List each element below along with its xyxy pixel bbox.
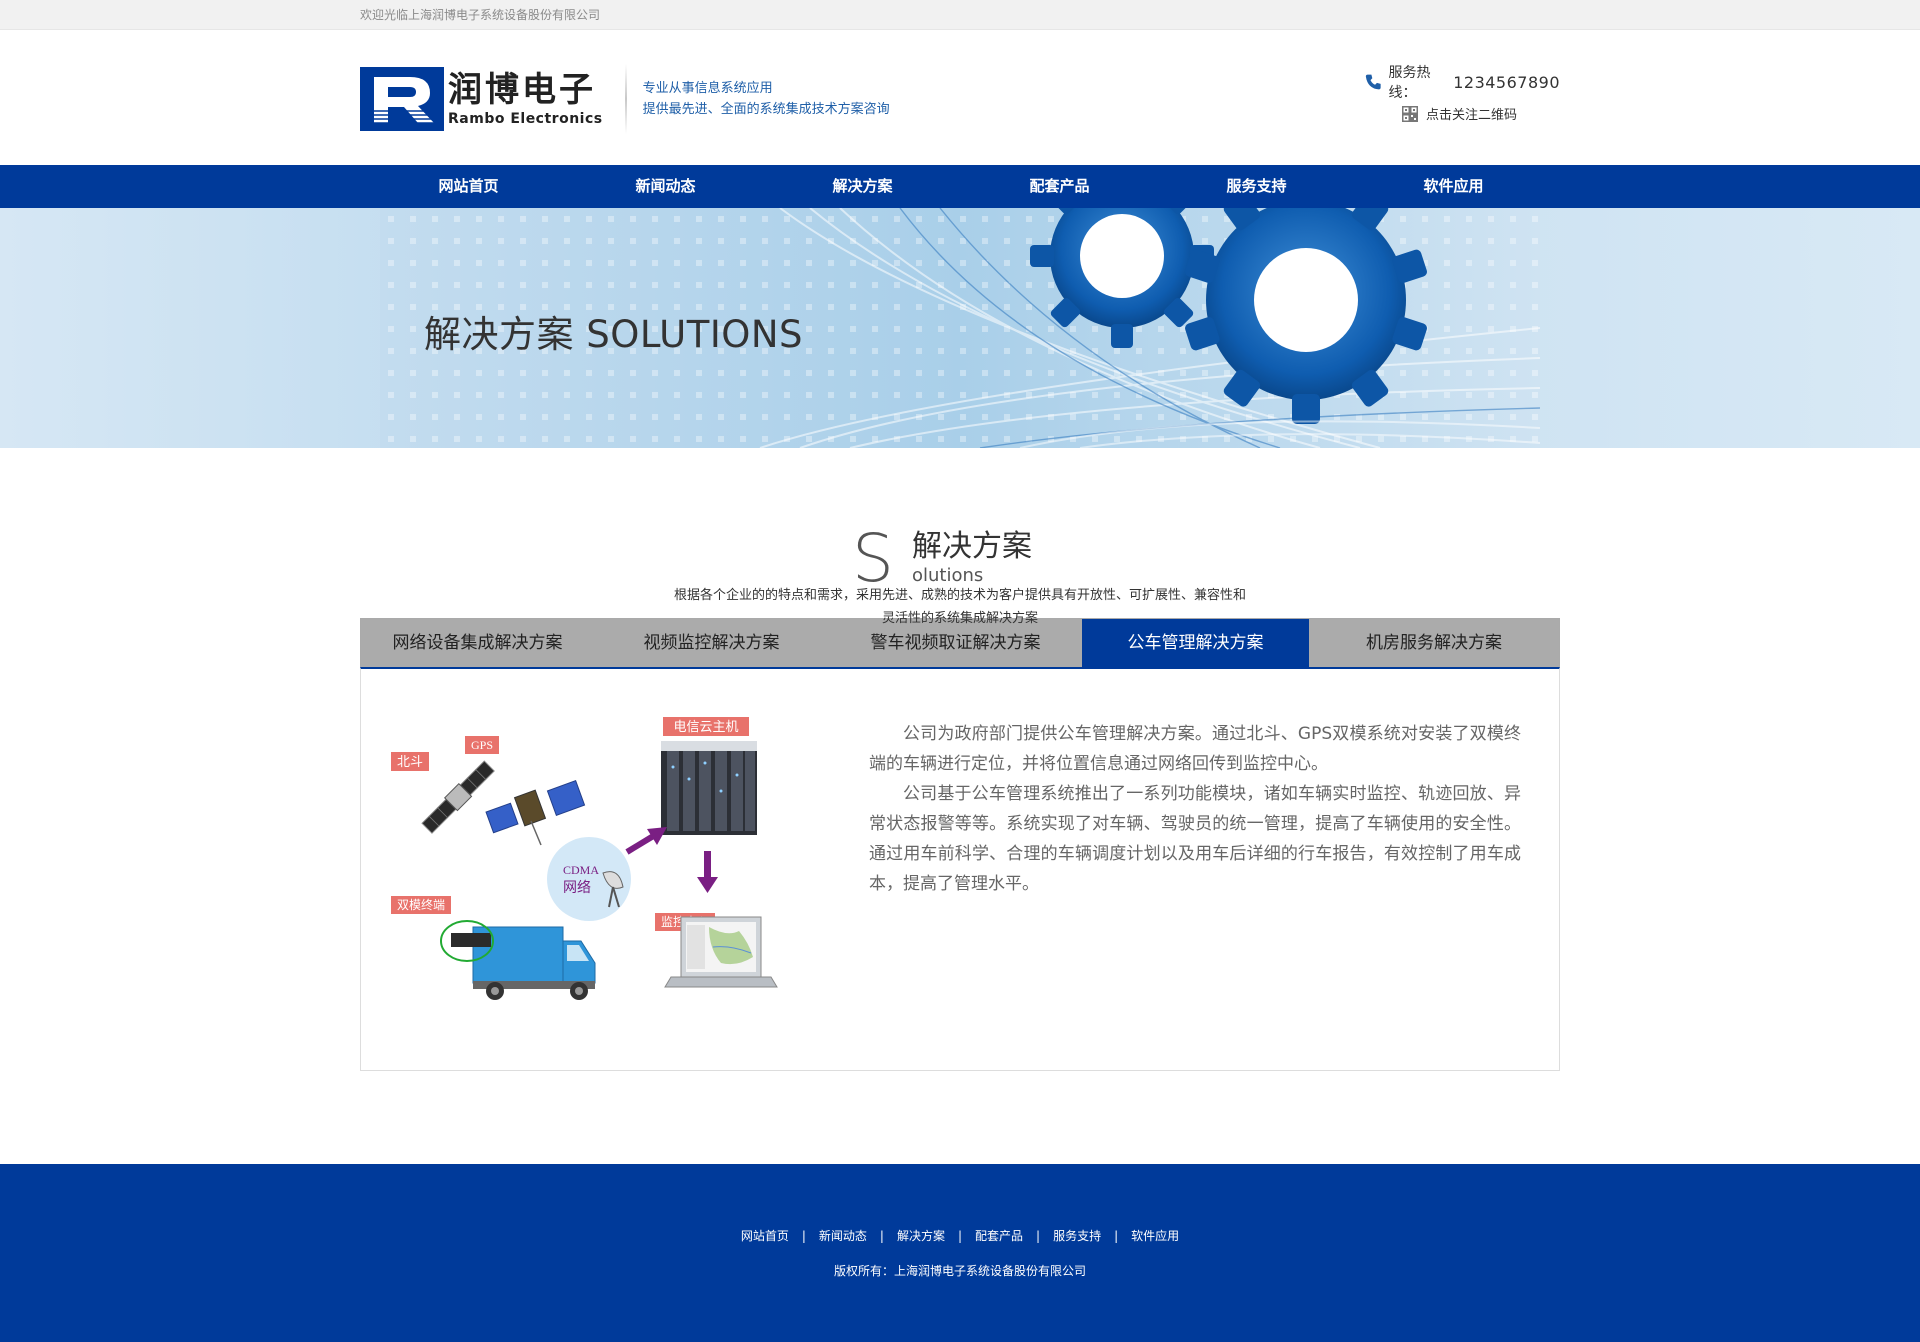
- header: 润博电子 Rambo Electronics 专业从事信息系统应用 提供最先进、…: [0, 30, 1920, 165]
- footer-link-news[interactable]: 新闻动态: [819, 1228, 867, 1244]
- label-cloud-host: 电信云主机: [673, 719, 738, 734]
- section-header: S 解决方案 olutions 根据各个企业的的特点和需求，采用先进、成熟的技术…: [0, 448, 1920, 627]
- hotline-number: 1234567890: [1453, 72, 1560, 92]
- solution-paragraph-1: 公司为政府部门提供公车管理解决方案。通过北斗、GPS双模系统对安装了双模终端的车…: [869, 724, 1521, 774]
- qr-label: 点击关注二维码: [1426, 108, 1518, 123]
- footer-link-home[interactable]: 网站首页: [741, 1228, 789, 1244]
- hotline: 服务热线： 1234567890: [1364, 65, 1560, 101]
- hotline-label: 服务热线：: [1388, 65, 1431, 101]
- footer-separator: |: [957, 1229, 963, 1243]
- phone-icon: [1365, 74, 1381, 90]
- nav-item-news[interactable]: 新闻动态: [567, 165, 764, 208]
- banner: 解决方案 SOLUTIONS: [0, 208, 1920, 448]
- banner-title: 解决方案 SOLUTIONS: [424, 313, 804, 356]
- slogan: 专业从事信息系统应用 提供最先进、全面的系统集成技术方案咨询: [643, 78, 890, 120]
- contact-area: 服务热线： 1234567890 点击关注二维码: [1364, 65, 1560, 123]
- label-cdma: CDMA: [563, 863, 599, 877]
- tab-network-integration[interactable]: 网络设备集成解决方案: [361, 619, 594, 667]
- nav-item-home[interactable]: 网站首页: [370, 165, 567, 208]
- welcome-text: 欢迎光临上海润博电子系统设备股份有限公司: [360, 8, 601, 22]
- section-title: 解决方案: [912, 529, 1032, 564]
- main-nav: 网站首页 新闻动态 解决方案 配套产品 服务支持 软件应用: [0, 165, 1920, 208]
- footer-separator: |: [801, 1229, 806, 1243]
- solution-paragraph-2: 公司基于公车管理系统推出了一系列功能模块，诸如车辆实时监控、轨迹回放、异常状态报…: [869, 784, 1521, 894]
- laptop-icon: [664, 916, 778, 988]
- label-dual-terminal: 双模终端: [397, 897, 445, 912]
- qr-code-icon: [1402, 105, 1418, 122]
- server-room-icon: [661, 741, 757, 835]
- footer-links: 网站首页 | 新闻动态 | 解决方案 | 配套产品 | 服务支持 | 软件应用: [0, 1228, 1920, 1244]
- footer-separator: |: [1114, 1229, 1119, 1243]
- tab-datacenter-service[interactable]: 机房服务解决方案: [1309, 619, 1559, 667]
- copyright: 版权所有：上海润博电子系统设备股份有限公司: [833, 1264, 1086, 1278]
- section-big-letter: S: [852, 520, 894, 597]
- arrow-down-icon: [697, 851, 718, 893]
- arrow-up-right-icon: [625, 827, 667, 855]
- logo-english-name: Rambo Electronics: [448, 111, 603, 127]
- footer-link-support[interactable]: 服务支持: [1053, 1228, 1101, 1244]
- gps-satellite-icon: [485, 780, 586, 846]
- nav-item-support[interactable]: 服务支持: [1158, 165, 1355, 208]
- slogan-line-1: 专业从事信息系统应用: [642, 81, 773, 96]
- label-beidou: 北斗: [397, 754, 423, 769]
- logo-mark-icon: [360, 67, 444, 131]
- qr-link[interactable]: 点击关注二维码: [1402, 104, 1560, 123]
- footer-link-software[interactable]: 软件应用: [1131, 1228, 1179, 1244]
- tab-panel: 北斗 GPS 电信云主机 CDMA 网络 双模终端 公司为政府部门提供公车管理解…: [360, 667, 1560, 1071]
- fleet-diagram-illustration: 北斗 GPS 电信云主机 CDMA 网络 双模终端: [391, 717, 778, 1000]
- nav-item-software[interactable]: 软件应用: [1355, 165, 1552, 208]
- beidou-satellite-icon: [421, 760, 495, 834]
- logo-chinese-name: 润博电子: [448, 70, 596, 110]
- logo[interactable]: 润博电子 Rambo Electronics 专业从事信息系统应用 提供最先进、…: [360, 64, 890, 134]
- top-bar: 欢迎光临上海润博电子系统设备股份有限公司: [0, 0, 1920, 30]
- label-gps: GPS: [471, 738, 493, 752]
- nav-item-products[interactable]: 配套产品: [961, 165, 1158, 208]
- footer-separator: |: [1036, 1229, 1041, 1243]
- solution-text: 公司为政府部门提供公车管理解决方案。通过北斗、GPS双模系统对安装了双模终端的车…: [869, 719, 1521, 899]
- label-network: 网络: [563, 880, 591, 896]
- logo-divider: [624, 64, 627, 134]
- fleet-diagram: 北斗 GPS 电信云主机 CDMA 网络 双模终端: [391, 717, 841, 1039]
- footer-link-solutions[interactable]: 解决方案: [897, 1228, 945, 1244]
- footer-link-products[interactable]: 配套产品: [975, 1228, 1023, 1244]
- footer-separator: |: [879, 1229, 884, 1243]
- footer: 网站首页 | 新闻动态 | 解决方案 | 配套产品 | 服务支持 | 软件应用 版权所有：上海润博电…: [0, 1164, 1920, 1342]
- slogan-line-2: 提供最先进、全面的系统集成技术方案咨询: [642, 102, 890, 117]
- section-subtitle: olutions: [912, 565, 984, 586]
- truck-icon: [440, 920, 596, 1000]
- section-description: 根据各个企业的的特点和需求，采用先进、成熟的技术为客户提供具有开放性、可扩展性、…: [673, 588, 1246, 626]
- nav-item-solutions[interactable]: 解决方案: [764, 165, 961, 208]
